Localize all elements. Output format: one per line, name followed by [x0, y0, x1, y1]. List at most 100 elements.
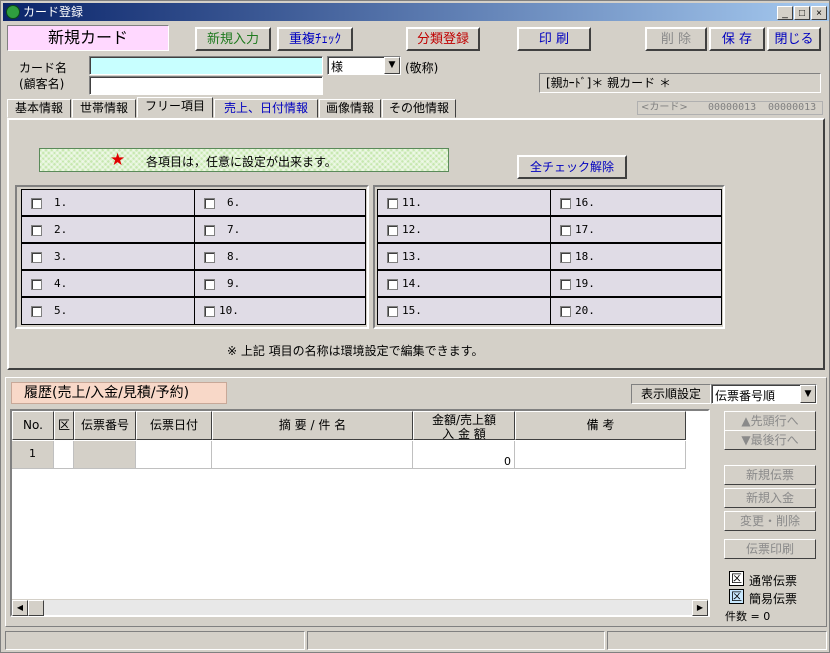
free-item-20[interactable]: 20. — [550, 297, 722, 325]
scroll-left-icon[interactable]: ◀ — [12, 600, 28, 616]
free-item-5[interactable]: 5. — [21, 297, 195, 325]
checkbox-icon[interactable] — [387, 252, 398, 263]
card-nav-from: 00000013 — [708, 102, 757, 113]
checkbox-icon[interactable] — [31, 306, 42, 317]
free-item-7[interactable]: 7. — [194, 216, 366, 243]
edit-delete-button[interactable]: 変更・削除 — [724, 511, 816, 531]
print-button[interactable]: 印 刷 — [517, 27, 591, 51]
delete-button[interactable]: 削 除 — [645, 27, 707, 51]
col-amount[interactable]: 金額/売上額 入 金 額 — [413, 411, 515, 441]
free-item-9[interactable]: 9. — [194, 270, 366, 297]
col-slip-date[interactable]: 伝票日付 — [136, 411, 212, 440]
checkbox-icon[interactable] — [560, 306, 571, 317]
window-title: カード登録 — [23, 5, 84, 19]
checkbox-icon[interactable] — [31, 279, 42, 290]
free-item-19[interactable]: 19. — [550, 270, 722, 297]
checkbox-icon[interactable] — [387, 306, 398, 317]
category-register-button[interactable]: 分類登録 — [406, 27, 480, 51]
checkbox-icon[interactable] — [387, 198, 398, 209]
checkbox-icon[interactable] — [560, 252, 571, 263]
row-1-slip-date[interactable] — [136, 441, 212, 469]
row-1-slip-number[interactable] — [74, 441, 136, 469]
col-slip-number[interactable]: 伝票番号 — [74, 411, 136, 440]
tab-free-items[interactable]: フリー項目 — [137, 97, 213, 118]
new-slip-button[interactable]: 新規伝票 — [724, 465, 816, 485]
row-1-summary[interactable] — [212, 441, 413, 469]
checkbox-icon[interactable] — [560, 198, 571, 209]
free-item-13[interactable]: 13. — [377, 243, 551, 270]
free-items-footer-note: ※ 上記 項目の名称は環境設定で編集できます。 — [227, 344, 484, 358]
checkbox-icon[interactable] — [31, 252, 42, 263]
title-bar[interactable]: カード登録 _ □ × — [3, 3, 829, 21]
save-button[interactable]: 保 存 — [709, 27, 765, 51]
card-navigator: <カード> 00000013 00000013 — [637, 101, 823, 115]
last-row-button[interactable]: ▼最後行へ — [724, 430, 816, 450]
free-item-10[interactable]: 10. — [194, 297, 366, 325]
free-item-15[interactable]: 15. — [377, 297, 551, 325]
dropdown-arrow-icon[interactable]: ▼ — [800, 385, 816, 403]
new-input-button[interactable]: 新規入力 — [195, 27, 271, 51]
new-payment-button[interactable]: 新規入金 — [724, 488, 816, 508]
row-1-remarks[interactable] — [515, 441, 686, 469]
status-pane-3 — [607, 631, 827, 650]
checkbox-icon[interactable] — [560, 225, 571, 236]
checkbox-icon[interactable] — [204, 225, 215, 236]
free-item-2[interactable]: 2. — [21, 216, 195, 243]
free-item-18[interactable]: 18. — [550, 243, 722, 270]
free-item-6[interactable]: 6. — [194, 189, 366, 216]
row-1-type[interactable] — [54, 441, 74, 469]
free-item-17[interactable]: 17. — [550, 216, 722, 243]
free-item-3[interactable]: 3. — [21, 243, 195, 270]
free-item-12[interactable]: 12. — [377, 216, 551, 243]
free-item-11[interactable]: 11. — [377, 189, 551, 216]
col-amount-sales: 金額/売上額 — [431, 413, 497, 427]
checkbox-icon[interactable] — [387, 225, 398, 236]
minimize-button[interactable]: _ — [777, 6, 793, 20]
checkbox-icon[interactable] — [204, 306, 215, 317]
free-item-1[interactable]: 1. — [21, 189, 195, 216]
row-1-no[interactable]: 1 — [12, 441, 54, 469]
scroll-thumb[interactable] — [28, 600, 44, 616]
honorific-select[interactable]: 様 ▼ — [327, 56, 401, 75]
card-name-input[interactable] — [89, 56, 323, 75]
slip-print-button[interactable]: 伝票印刷 — [724, 539, 816, 559]
honorific-value: 様 — [331, 60, 344, 74]
col-type[interactable]: 区 — [54, 411, 74, 440]
free-item-16[interactable]: 16. — [550, 189, 722, 216]
uncheck-all-button[interactable]: 全チェック解除 — [517, 155, 627, 179]
col-no[interactable]: No. — [12, 411, 54, 440]
col-remarks[interactable]: 備 考 — [515, 411, 686, 440]
customer-name-input[interactable] — [89, 76, 323, 95]
close-button[interactable]: 閉じる — [767, 27, 821, 51]
horizontal-scrollbar[interactable]: ◀ ▶ — [12, 599, 708, 616]
checkbox-icon[interactable] — [204, 252, 215, 263]
card-nav-label: <カード> — [641, 102, 688, 113]
maximize-button[interactable]: □ — [794, 6, 810, 20]
col-summary[interactable]: 摘 要 / 件 名 — [212, 411, 413, 440]
checkbox-icon[interactable] — [387, 279, 398, 290]
checkbox-icon[interactable] — [31, 198, 42, 209]
checkbox-icon[interactable] — [560, 279, 571, 290]
close-window-button[interactable]: × — [811, 6, 827, 20]
card-name-label: カード名 — [19, 61, 68, 75]
tab-image-info[interactable]: 画像情報 — [319, 99, 381, 118]
parent-card-info: [親ｶｰﾄﾞ]＊ 親カード ＊ — [539, 73, 821, 93]
duplicate-check-button[interactable]: 重複ﾁｪｯｸ — [277, 27, 353, 51]
tab-sales-date-info[interactable]: 売上、日付情報 — [214, 99, 318, 118]
free-item-4[interactable]: 4. — [21, 270, 195, 297]
checkbox-icon[interactable] — [31, 225, 42, 236]
dropdown-arrow-icon[interactable]: ▼ — [384, 57, 400, 74]
free-item-14[interactable]: 14. — [377, 270, 551, 297]
tab-other-info[interactable]: その他情報 — [382, 99, 456, 118]
history-table: No. 区 伝票番号 伝票日付 摘 要 / 件 名 金額/売上額 入 金 額 備… — [10, 409, 710, 617]
scroll-right-icon[interactable]: ▶ — [692, 600, 708, 616]
legend-simple-mark: 区 — [729, 589, 744, 604]
checkbox-icon[interactable] — [204, 279, 215, 290]
first-row-button[interactable]: ▲先頭行へ — [724, 411, 816, 431]
checkbox-icon[interactable] — [204, 198, 215, 209]
free-item-8[interactable]: 8. — [194, 243, 366, 270]
tab-household-info[interactable]: 世帯情報 — [72, 99, 136, 118]
row-1-amount[interactable]: 0 — [413, 441, 515, 469]
sort-select[interactable]: 伝票番号順 ▼ — [711, 384, 817, 404]
tab-basic-info[interactable]: 基本情報 — [7, 99, 71, 118]
